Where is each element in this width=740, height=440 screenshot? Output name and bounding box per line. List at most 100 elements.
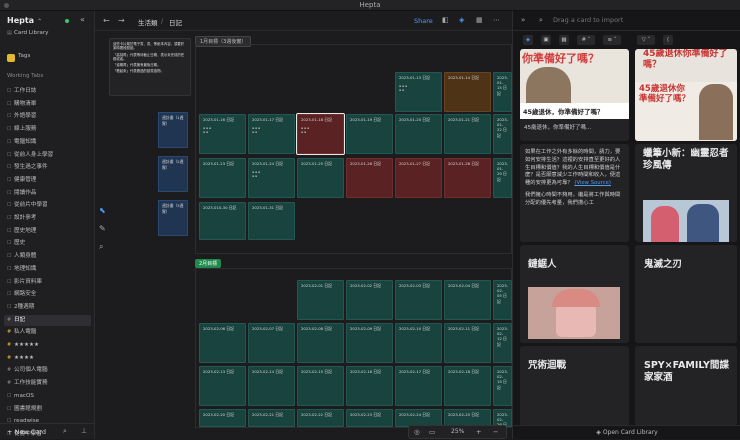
pointer-tool-icon[interactable]: ⬉: [99, 206, 106, 215]
sidebar-item-10[interactable]: ☐ 設計參考: [4, 213, 91, 224]
open-card-library-button[interactable]: ◈ Open Card Library: [513, 429, 740, 436]
calendar-icon[interactable]: ▦: [476, 16, 483, 24]
diary-card[interactable]: 2023-02-22 日記: [297, 409, 344, 427]
diary-card[interactable]: 2023-02-06 日記: [199, 323, 246, 363]
sidebar-item-8[interactable]: ☐ 閱讀作品: [4, 188, 91, 199]
february-section-label[interactable]: 2月目標: [195, 259, 222, 268]
import-search-input[interactable]: Drag a card to import: [553, 16, 623, 24]
share-button[interactable]: Share: [414, 17, 433, 25]
diary-card[interactable]: 2023-02-08 日記: [297, 323, 344, 363]
sidebar-item-7[interactable]: ☐ 健康管理: [4, 175, 91, 186]
sidebar-item-6[interactable]: ☐ 發生過之事件: [4, 162, 91, 173]
card-crayon-shinchan[interactable]: 蠟筆小新：幽靈忍者珍風傳: [635, 144, 737, 242]
card-jujutsu-kaisen[interactable]: 咒術迴戰: [520, 346, 629, 426]
sidebar-item-3[interactable]: ☐ 線上服務: [4, 124, 91, 135]
sidebar-item-25[interactable]: ☐ 圖書館規劃: [4, 404, 91, 415]
diary-card[interactable]: 2023-02-09 日記: [346, 323, 393, 363]
diary-card[interactable]: 2023-02-03 日記: [395, 280, 442, 320]
diary-card[interactable]: 2023-010-30 日記: [199, 202, 246, 240]
diary-card[interactable]: 2023-01-23 日記: [199, 158, 246, 198]
image-filter-icon[interactable]: ▣: [541, 35, 551, 45]
back-icon[interactable]: ←: [103, 16, 110, 25]
layers-icon[interactable]: ◈: [459, 16, 464, 24]
diary-card[interactable]: 2023-01-27 日記: [395, 158, 442, 198]
card-45-retire-1[interactable]: 你準備好了嗎？ 45歲退休，你準備好了嗎？ 45歲退休，你準備好了嗎...: [520, 49, 629, 141]
sidebar-item-18[interactable]: # 日記: [4, 314, 91, 326]
diary-card[interactable]: 2023-02-23 日記: [346, 409, 393, 427]
diary-card[interactable]: 2023-02-15 日記: [297, 366, 344, 406]
sidebar-item-15[interactable]: ☐ 影片資料庫: [4, 277, 91, 288]
whiteboard-canvas[interactable]: 這些卡片屬於電子書、書、等紙本內容，須要於某時間段閱讀。 「高挑再」代表等待截止…: [107, 32, 512, 433]
sidebar-item-20[interactable]: # ★★★★★: [4, 340, 91, 351]
sidebar-item-12[interactable]: ☐ 歷史: [4, 238, 91, 249]
pin-icon[interactable]: ⊥: [81, 427, 87, 435]
diary-card[interactable]: 2023-01-16 日記 ▪ ▪ ▪ ▪ ▪: [199, 114, 246, 154]
zoom-out-icon[interactable]: −: [493, 428, 498, 436]
diary-card[interactable]: 2023-01-20 日記: [395, 114, 442, 154]
diary-card[interactable]: 2023-01-17 日記 ▪ ▪ ▪ ▪ ▪: [248, 114, 295, 154]
zoom-level[interactable]: 25%: [451, 428, 464, 435]
diary-card[interactable]: 2023-01-31 日記: [248, 202, 295, 240]
sidebar-item-16[interactable]: ☐ 網路安全: [4, 289, 91, 300]
card-demon-slayer[interactable]: 鬼滅之刃: [635, 245, 737, 343]
view-source-link[interactable]: (View Source): [574, 180, 611, 186]
forward-icon[interactable]: →: [118, 16, 125, 25]
grid-view-icon[interactable]: ▦: [559, 35, 569, 45]
diary-card[interactable]: 2023-02-10 日記: [395, 323, 442, 363]
sidebar-item-11[interactable]: ☐ 歷史地理: [4, 226, 91, 237]
sidebar-item-4[interactable]: ☐ 電腦知識: [4, 137, 91, 148]
diary-card[interactable]: 2023-02-21 日記: [248, 409, 295, 427]
breadcrumb-parent[interactable]: 生活類: [138, 17, 158, 27]
diary-card[interactable]: 2023-01-25 日記: [297, 158, 344, 198]
workspace-switcher[interactable]: Hepta ⌃: [7, 16, 42, 25]
fit-view-icon[interactable]: ◎: [414, 428, 420, 436]
sidebar-item-23[interactable]: # 工作技能實務: [4, 378, 91, 389]
diary-card[interactable]: 2023-02-14 日記: [248, 366, 295, 406]
diary-card[interactable]: 2023-02-13 日記: [199, 366, 246, 406]
collapse-icon[interactable]: ⟨: [663, 35, 673, 45]
sidebar-item-14[interactable]: ☐ 地理知識: [4, 264, 91, 275]
list-filter-dropdown[interactable]: ≡ ˅: [603, 35, 621, 45]
split-view-icon[interactable]: ◧: [442, 16, 449, 24]
weekly-plan-card[interactable]: 週計畫（1週實）: [158, 112, 188, 148]
pen-tool-icon[interactable]: ✎: [99, 224, 106, 233]
sidebar-item-24[interactable]: ☐ macOS: [4, 391, 91, 402]
collapse-sidebar-icon[interactable]: «: [80, 15, 85, 24]
sidebar-item-0[interactable]: ☐ 工作日誌: [4, 86, 91, 97]
sidebar-item-17[interactable]: ☐ 2種週期: [4, 302, 91, 313]
sidebar-item-13[interactable]: ☐ 人類身體: [4, 251, 91, 262]
diary-card[interactable]: 2023-02-01 日記: [297, 280, 344, 320]
stack-view-icon[interactable]: ◈: [523, 35, 533, 45]
diary-card[interactable]: 2023-02-04 日記: [444, 280, 491, 320]
diary-card[interactable]: 2023-01-18 日記 ▪ ▪ ▪ ▪ ▪: [296, 113, 345, 155]
card-45-retire-2[interactable]: 45歲退休你準備好了嗎？ 45歲退休你準備好了嗎？: [635, 49, 737, 141]
sidebar-item-22[interactable]: # 公司個人電腦: [4, 365, 91, 376]
hash-filter-dropdown[interactable]: # ˅: [577, 35, 595, 45]
card-chainsaw-man[interactable]: 鏈鋸人: [520, 245, 629, 343]
diary-card[interactable]: 2023-01-15 日記: [493, 72, 512, 112]
diary-card[interactable]: 2023-01-14 日記: [444, 72, 491, 112]
filter-dropdown[interactable]: ▽ ˅: [637, 35, 655, 45]
diary-card[interactable]: 2023-01-24 日記 ▪ ▪ ▪ ▪ ▪: [248, 158, 295, 198]
diary-card[interactable]: 2023-02-20 日記: [199, 409, 246, 427]
sidebar-item-21[interactable]: # ★★★★: [4, 353, 91, 364]
sidebar-item-card-library[interactable]: ▤ Card Library: [4, 28, 91, 39]
diary-card[interactable]: 2023-02-02 日記: [346, 280, 393, 320]
diary-card[interactable]: 2023-02-16 日記: [346, 366, 393, 406]
sidebar-item-19[interactable]: # 私人電腦: [4, 327, 91, 338]
sidebar-item-1[interactable]: ☐ 購物清單: [4, 99, 91, 110]
sidebar-item-2[interactable]: ☐ 外語學習: [4, 111, 91, 122]
instruction-note-card[interactable]: 這些卡片屬於電子書、書、等紙本內容，須要於某時間段閱讀。 「高挑再」代表等待截止…: [109, 38, 191, 96]
card-spy-family[interactable]: SPY×FAMILY間諜家家酒: [635, 346, 737, 426]
sidebar-item-5[interactable]: ☐ 從前人身上學習: [4, 150, 91, 161]
diary-card[interactable]: 2023-02-18 日記: [444, 366, 491, 406]
zoom-in-icon[interactable]: +: [476, 428, 481, 436]
diary-card[interactable]: 2023-02-17 日記: [395, 366, 442, 406]
new-card-button[interactable]: + New Card: [7, 428, 46, 436]
collapse-panel-icon[interactable]: »: [521, 16, 525, 24]
minimap-icon[interactable]: ▭: [429, 428, 435, 436]
diary-card[interactable]: 2023-01-21 日記: [444, 114, 491, 154]
weekly-plan-card[interactable]: 週計畫（3週實）: [158, 200, 188, 236]
sidebar-item-tags[interactable]: Tags: [4, 51, 91, 62]
more-icon[interactable]: ⋯: [493, 16, 500, 24]
